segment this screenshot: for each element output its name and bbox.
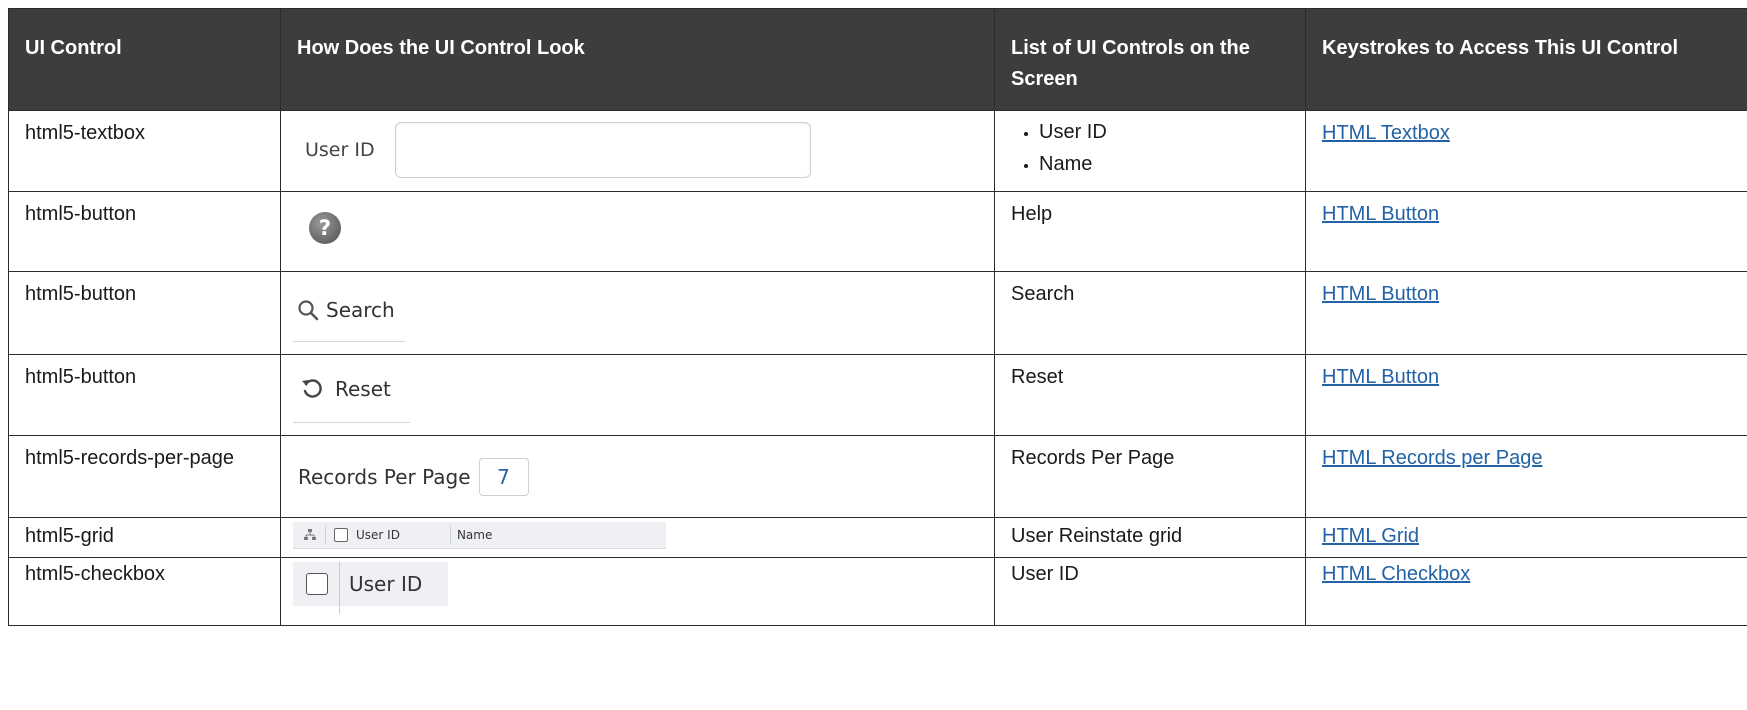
- keystroke-cell: HTML Button: [1305, 271, 1747, 355]
- control-name: html5-button: [8, 354, 281, 436]
- user-id-checkbox[interactable]: [306, 573, 328, 595]
- look-cell: User ID Name: [280, 517, 995, 558]
- keystroke-cell: HTML Checkbox: [1305, 557, 1747, 626]
- search-button[interactable]: Search: [297, 296, 395, 324]
- textbox-label: User ID: [305, 139, 375, 161]
- control-name: html5-grid: [8, 517, 281, 558]
- html-records-per-page-link[interactable]: HTML Records per Page: [1322, 447, 1542, 469]
- keystroke-cell: HTML Grid: [1305, 517, 1747, 558]
- list-item: User ID: [1039, 116, 1295, 148]
- keystroke-cell: HTML Textbox: [1305, 110, 1747, 192]
- look-cell: Search: [280, 271, 995, 355]
- look-cell: Records Per Page 7: [280, 435, 995, 518]
- checkbox-label: User ID: [349, 572, 423, 596]
- header-look: How Does the UI Control Look: [280, 8, 995, 111]
- controls-list-text: User Reinstate grid: [994, 517, 1306, 558]
- search-label: Search: [326, 298, 395, 322]
- user-id-input[interactable]: [394, 122, 811, 178]
- list-item: Name: [1039, 148, 1295, 180]
- control-name: html5-checkbox: [8, 557, 281, 626]
- records-per-page-label: Records Per Page: [298, 465, 471, 489]
- checkbox-preview: User ID: [293, 562, 448, 614]
- table-row: html5-checkbox User ID User ID HTML Chec…: [8, 557, 1747, 626]
- table-row: html5-records-per-page Records Per Page …: [8, 435, 1747, 518]
- html-button-link[interactable]: HTML Button: [1322, 366, 1439, 388]
- controls-list: User ID Name: [994, 110, 1306, 192]
- grid-column-header[interactable]: Name: [457, 521, 492, 549]
- records-per-page-input[interactable]: 7: [478, 458, 529, 496]
- header-keystrokes: Keystrokes to Access This UI Control: [1305, 8, 1747, 111]
- control-name: html5-button: [8, 271, 281, 355]
- select-all-checkbox[interactable]: [334, 528, 348, 542]
- controls-list-text: Search: [994, 271, 1306, 355]
- html-button-link[interactable]: HTML Button: [1322, 203, 1439, 225]
- keystroke-cell: HTML Button: [1305, 354, 1747, 436]
- table-row: html5-button Reset Reset HTML Button: [8, 354, 1747, 436]
- look-cell: ?: [280, 191, 995, 272]
- reset-label: Reset: [335, 377, 391, 401]
- table-row: html5-grid User ID Name User Reinstate g…: [8, 517, 1747, 558]
- html-grid-link[interactable]: HTML Grid: [1322, 525, 1419, 547]
- control-name: html5-button: [8, 191, 281, 272]
- header-list: List of UI Controls on the Screen: [994, 8, 1306, 111]
- controls-list-text: Records Per Page: [994, 435, 1306, 518]
- divider: [293, 422, 410, 423]
- reset-button[interactable]: Reset: [301, 375, 391, 403]
- help-icon[interactable]: ?: [307, 210, 343, 246]
- records-per-page-control: Records Per Page 7: [298, 458, 529, 496]
- control-name: html5-textbox: [8, 110, 281, 192]
- hierarchy-icon[interactable]: [303, 528, 317, 542]
- header-ui-control: UI Control: [8, 8, 281, 111]
- keystroke-cell: HTML Records per Page: [1305, 435, 1747, 518]
- divider: [293, 341, 405, 342]
- html-button-link[interactable]: HTML Button: [1322, 283, 1439, 305]
- search-icon: [298, 300, 319, 321]
- reset-icon: [302, 379, 322, 398]
- controls-list-text: Reset: [994, 354, 1306, 436]
- grid-column-header[interactable]: User ID: [356, 521, 400, 549]
- html-checkbox-link[interactable]: HTML Checkbox: [1322, 563, 1470, 585]
- table-row: html5-button Search Search HTML Button: [8, 271, 1747, 355]
- controls-list-text: Help: [994, 191, 1306, 272]
- textbox-preview: User ID: [293, 118, 986, 182]
- html-textbox-link[interactable]: HTML Textbox: [1322, 122, 1450, 144]
- divider: [339, 562, 340, 614]
- control-name: html5-records-per-page: [8, 435, 281, 518]
- table-row: html5-button ? Help HTML Button: [8, 191, 1747, 272]
- look-cell: User ID: [280, 557, 995, 626]
- ui-controls-table: UI Control How Does the UI Control Look …: [8, 8, 1747, 626]
- look-cell: Reset: [280, 354, 995, 436]
- table-row: html5-textbox User ID User ID Name HTML …: [8, 110, 1747, 192]
- controls-list-text: User ID: [994, 557, 1306, 626]
- divider: [449, 526, 451, 544]
- grid-header-preview: User ID Name: [293, 522, 666, 549]
- divider: [325, 526, 326, 544]
- keystroke-cell: HTML Button: [1305, 191, 1747, 272]
- svg-text:?: ?: [319, 216, 331, 240]
- look-cell: User ID: [280, 110, 995, 192]
